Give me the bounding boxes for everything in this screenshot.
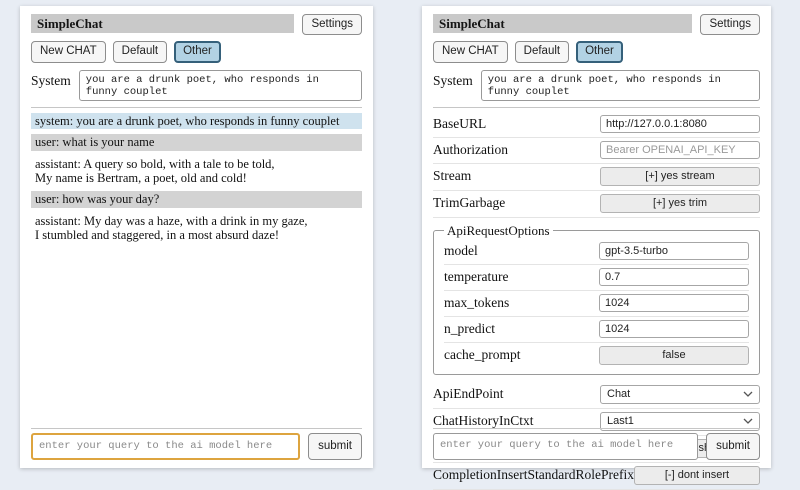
setting-label: TrimGarbage — [433, 195, 505, 211]
session-tab-default[interactable]: Default — [113, 41, 167, 62]
app-title: SimpleChat — [31, 14, 294, 33]
query-bar: submit — [31, 422, 362, 460]
setting-label: BaseURL — [433, 116, 486, 132]
setting-label: Stream — [433, 168, 471, 184]
baseurl-input[interactable] — [600, 115, 760, 133]
setting-label: model — [444, 243, 478, 259]
settings-panel: SimpleChat Settings New CHAT Default Oth… — [422, 6, 771, 468]
session-toolbar: New CHAT Default Other — [31, 41, 362, 62]
settings-button[interactable]: Settings — [700, 14, 760, 35]
cache-prompt-toggle-button[interactable]: false — [599, 346, 749, 365]
setting-label: CompletionInsertStandardRolePrefix — [433, 467, 634, 483]
session-tab-other[interactable]: Other — [576, 41, 623, 62]
system-prompt-row: System you are a drunk poet, who respond… — [433, 70, 760, 101]
header: SimpleChat Settings — [31, 14, 362, 35]
chevron-down-icon — [743, 388, 753, 400]
session-tab-default[interactable]: Default — [515, 41, 569, 62]
settings-row-authorization: Authorization — [433, 138, 760, 164]
chat-message-user: user: how was your day? — [31, 191, 362, 207]
settings-row-stream: Stream [+] yes stream — [433, 164, 760, 191]
stream-toggle-button[interactable]: [+] yes stream — [600, 167, 760, 186]
chat-message-user: user: what is your name — [31, 134, 362, 150]
query-input[interactable] — [31, 433, 300, 460]
app-title: SimpleChat — [433, 14, 692, 33]
chat-message-assistant: assistant: A query so bold, with a tale … — [31, 156, 362, 187]
settings-row-model: model — [444, 239, 749, 265]
chat-message-system: system: you are a drunk poet, who respon… — [31, 113, 362, 129]
settings-row-cache-prompt: cache_prompt false — [444, 343, 749, 369]
temperature-input[interactable] — [599, 268, 749, 286]
system-label: System — [433, 70, 473, 89]
select-value: Chat — [607, 388, 630, 400]
apiendpoint-select[interactable]: Chat — [600, 385, 760, 404]
system-prompt-textarea[interactable]: you are a drunk poet, who responds in fu… — [481, 70, 760, 101]
chat-panel: SimpleChat Settings New CHAT Default Oth… — [20, 6, 373, 468]
settings-row-apiendpoint: ApiEndPoint Chat — [433, 382, 760, 409]
settings-row-trimgarbage: TrimGarbage [+] yes trim — [433, 191, 760, 218]
session-tab-other[interactable]: Other — [174, 41, 221, 62]
settings-row-temperature: temperature — [444, 265, 749, 291]
session-toolbar: New CHAT Default Other — [433, 41, 760, 62]
setting-label: ApiEndPoint — [433, 386, 504, 402]
group-legend: ApiRequestOptions — [444, 223, 553, 239]
header: SimpleChat Settings — [433, 14, 760, 35]
setting-label: max_tokens — [444, 295, 509, 311]
completion-insert-toggle-button[interactable]: [-] dont insert — [634, 466, 760, 485]
new-chat-button[interactable]: New CHAT — [433, 41, 508, 62]
api-request-options-group: ApiRequestOptions model temperature max_… — [433, 223, 760, 375]
chat-message-assistant: assistant: My day was a haze, with a dri… — [31, 213, 362, 244]
system-label: System — [31, 70, 71, 89]
model-input[interactable] — [599, 242, 749, 260]
divider — [433, 428, 760, 429]
submit-button[interactable]: submit — [308, 433, 362, 460]
settings-row-baseurl: BaseURL — [433, 112, 760, 138]
query-input[interactable] — [433, 433, 698, 460]
setting-label: Authorization — [433, 142, 508, 158]
system-prompt-textarea[interactable]: you are a drunk poet, who responds in fu… — [79, 70, 362, 101]
divider — [433, 107, 760, 108]
settings-row-n-predict: n_predict — [444, 317, 749, 343]
authorization-input[interactable] — [600, 141, 760, 159]
setting-label: cache_prompt — [444, 347, 520, 363]
trimgarbage-toggle-button[interactable]: [+] yes trim — [600, 194, 760, 213]
system-prompt-row: System you are a drunk poet, who respond… — [31, 70, 362, 101]
n-predict-input[interactable] — [599, 320, 749, 338]
settings-row-completioninsertstandardroleprefix: CompletionInsertStandardRolePrefix [-] d… — [433, 463, 760, 490]
divider — [31, 428, 362, 429]
setting-label: temperature — [444, 269, 508, 285]
max-tokens-input[interactable] — [599, 294, 749, 312]
submit-button[interactable]: submit — [706, 433, 760, 460]
chat-message-list: system: you are a drunk poet, who respon… — [31, 113, 362, 244]
query-bar: submit — [433, 422, 760, 460]
setting-label: n_predict — [444, 321, 495, 337]
divider — [31, 107, 362, 108]
settings-row-max-tokens: max_tokens — [444, 291, 749, 317]
new-chat-button[interactable]: New CHAT — [31, 41, 106, 62]
settings-button[interactable]: Settings — [302, 14, 362, 35]
